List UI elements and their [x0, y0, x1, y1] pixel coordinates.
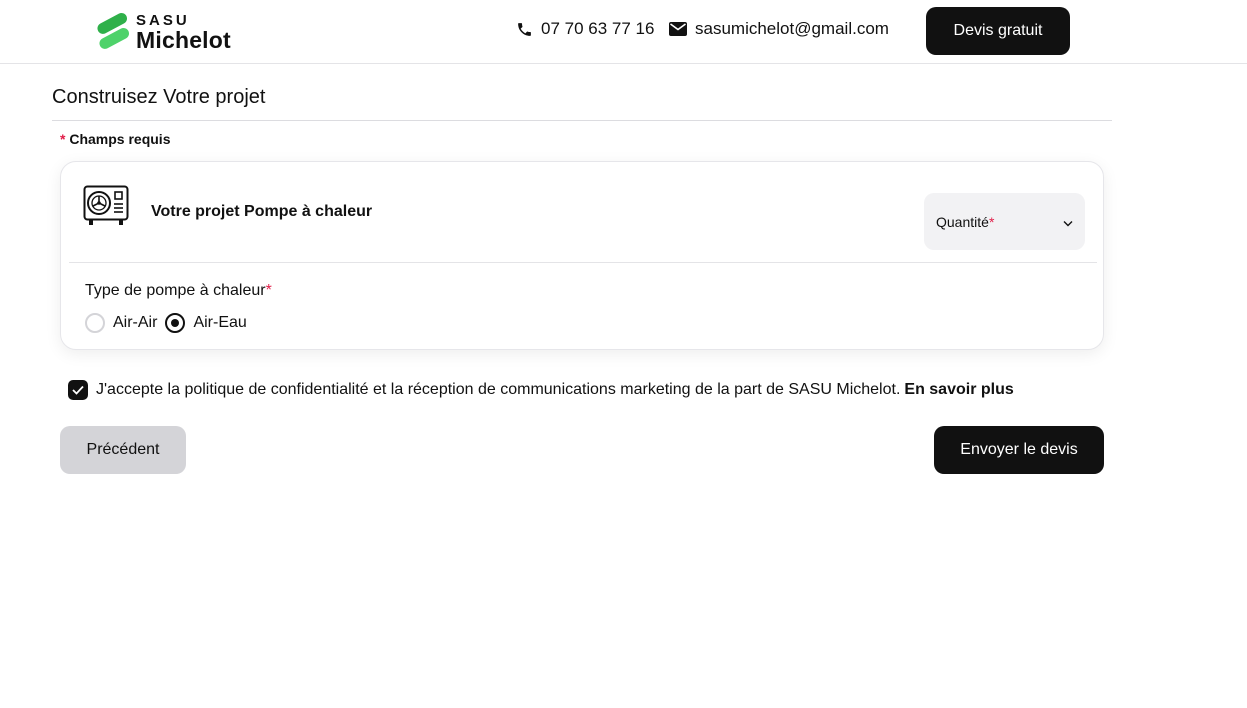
- required-note-text: Champs requis: [69, 131, 171, 147]
- page-title: Construisez Votre projet: [52, 86, 266, 108]
- phone-contact[interactable]: 07 70 63 77 16: [516, 19, 654, 39]
- previous-button[interactable]: Précédent: [60, 426, 186, 474]
- pump-type-required-star: *: [265, 282, 272, 299]
- project-card: Votre projet Pompe à chaleur Quantité* T…: [60, 161, 1104, 350]
- phone-number: 07 70 63 77 16: [541, 19, 655, 38]
- card-divider: [69, 262, 1097, 263]
- free-quote-button[interactable]: Devis gratuit: [926, 7, 1070, 55]
- learn-more-link[interactable]: En savoir plus: [904, 381, 1013, 399]
- logo-big-text: Michelot: [136, 26, 231, 53]
- email-contact[interactable]: sasumichelot@gmail.com: [669, 19, 889, 39]
- radio-air-air-label[interactable]: Air-Air: [113, 314, 157, 332]
- pump-type-label: Type de pompe à chaleur*: [85, 282, 272, 300]
- site-header: SASU Michelot 07 70 63 77 16 sasumichelo…: [0, 0, 1247, 64]
- pump-type-label-text: Type de pompe à chaleur: [85, 282, 266, 299]
- radio-air-air[interactable]: [85, 313, 105, 333]
- phone-icon: [516, 21, 533, 38]
- chevron-down-icon: [1063, 214, 1073, 230]
- consent-text: J'accepte la politique de confidentialit…: [96, 381, 901, 398]
- pump-type-radio-group: Air-Air Air-Eau: [85, 313, 255, 333]
- mail-icon: [669, 22, 687, 36]
- required-star: *: [60, 131, 66, 147]
- title-divider: [52, 120, 1112, 121]
- quantity-select[interactable]: Quantité*: [924, 193, 1085, 250]
- radio-air-eau[interactable]: [165, 313, 186, 333]
- logo[interactable]: SASU Michelot: [94, 10, 231, 52]
- check-icon: [72, 385, 84, 395]
- send-quote-button[interactable]: Envoyer le devis: [934, 426, 1104, 474]
- email-address: sasumichelot@gmail.com: [695, 19, 889, 38]
- required-fields-note: * Champs requis: [60, 131, 170, 147]
- quantity-required-star: *: [988, 213, 995, 230]
- consent-checkbox[interactable]: [68, 380, 88, 400]
- consent-row: J'accepte la politique de confidentialit…: [68, 380, 1014, 400]
- card-title: Votre projet Pompe à chaleur: [151, 203, 373, 220]
- quantity-label: Quantité: [936, 213, 989, 230]
- logo-small-text: SASU: [136, 11, 190, 29]
- radio-air-eau-label[interactable]: Air-Eau: [193, 314, 246, 332]
- heat-pump-icon: [83, 185, 129, 227]
- logo-mark-icon: [94, 10, 132, 52]
